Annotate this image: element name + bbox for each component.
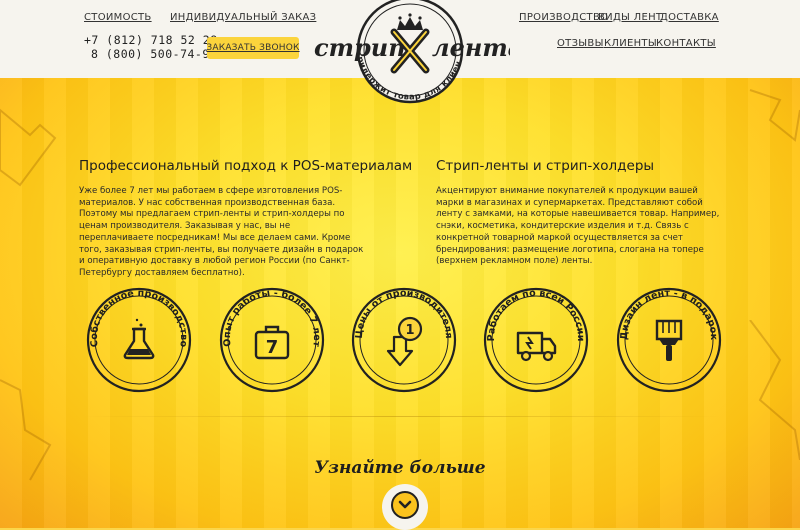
learn-more-title: Узнайте больше [314,458,486,478]
nav-link-strip-types[interactable]: Виды лент [598,12,662,23]
badge-free-design: Дизайн лент - в подарок [616,287,722,393]
badge-factory-prices: Цены от производителя 1 [351,287,457,393]
truck-icon [516,331,557,362]
callback-button[interactable]: Заказать звонок [206,37,299,59]
chevron-down-icon[interactable] [391,491,419,519]
logo-word-right: лента [432,33,510,62]
badge-own-production: Собственное производство [86,287,192,393]
column-text-pos: Уже более 7 лет мы работаем в сфере изго… [79,186,364,278]
nav-link-contacts[interactable]: Контакты [656,38,716,49]
briefcase-icon: 7 [254,325,290,360]
strip-decoration-right [749,89,800,142]
site-logo[interactable]: стрип лента придержит товар для клиента [307,0,523,110]
nav-link-production[interactable]: Производство [519,12,608,23]
phone-spb: +7 (812) 718 52 28 [84,33,218,47]
scroll-down-button[interactable] [382,484,428,530]
nav-link-clients[interactable]: Клиенты [604,38,657,49]
badge-label: Собственное производство [89,288,189,349]
column-title-strips: Стрип-ленты и стрип-холдеры [436,158,655,174]
paintbrush-icon [655,319,683,361]
column-text-strips: Акцентируют внимание покупателей к проду… [436,186,720,267]
flask-icon [123,318,155,360]
nav-link-price[interactable]: Стоимость [84,12,152,23]
badge-all-russia: Работаем по всей России [483,287,589,393]
badge-number: 1 [405,323,414,338]
nav-link-custom-order[interactable]: Индивидуальный заказ [170,12,316,23]
nav-link-reviews[interactable]: Отзывы [557,38,604,49]
badge-number: 7 [266,337,279,358]
strip-decoration-bottom-right [749,320,800,460]
svg-text:Собственное производство: Собственное производство [89,288,189,349]
section-divider [80,416,720,417]
phone-free: 8 (800) 500-74-97 [91,47,218,61]
badge-experience: Опыт работы - более 7 лет 7 [219,287,325,393]
column-title-pos: Профессиональный подход к POS-материалам [79,158,413,174]
nav-link-delivery[interactable]: Доставка [660,12,719,23]
coin-arrow-icon: 1 [386,316,423,367]
strip-decoration-left [0,108,57,187]
